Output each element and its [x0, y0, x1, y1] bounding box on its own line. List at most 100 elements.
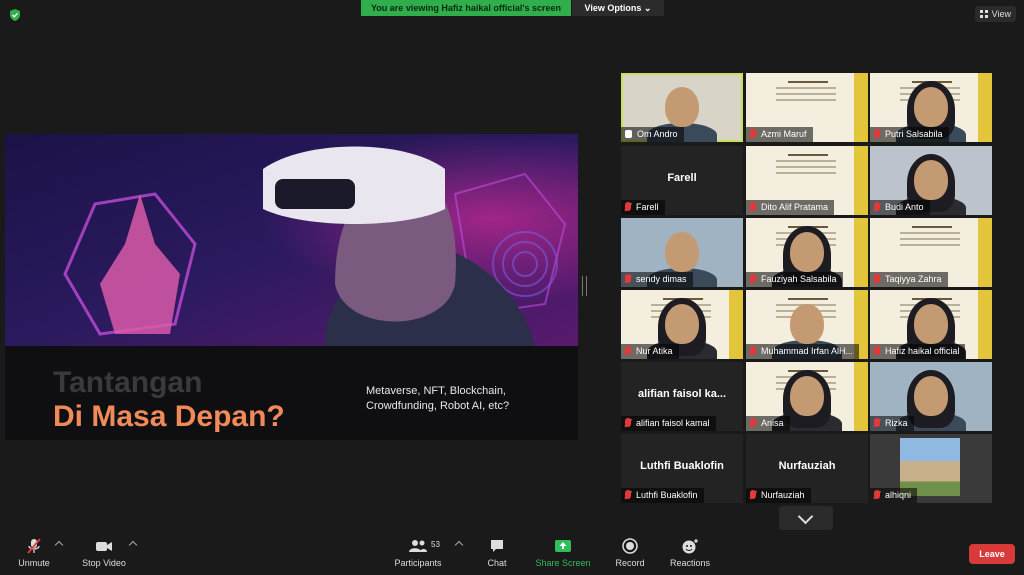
participant-face	[790, 304, 824, 344]
participant-tile[interactable]: Dito Alif Pratama	[746, 146, 868, 215]
record-label: Record	[615, 558, 645, 568]
participant-tile[interactable]: Anisa	[746, 362, 868, 431]
chat-icon	[491, 540, 503, 552]
shield-icon[interactable]	[8, 8, 22, 22]
participants-options-caret[interactable]	[454, 540, 464, 550]
unmute-label: Unmute	[18, 558, 50, 568]
participant-tile[interactable]: Om Andro	[621, 73, 743, 142]
participant-tile[interactable]: Nurfauziah Nurfauziah	[746, 434, 868, 503]
stop-video-button[interactable]: Stop Video	[78, 538, 130, 568]
participant-name: Anisa	[761, 418, 784, 428]
participants-icon	[409, 540, 427, 552]
record-button[interactable]: Record	[612, 538, 648, 568]
slide-title-line2: Di Masa Depan?	[53, 400, 285, 433]
gallery-scroll-down-button[interactable]	[779, 506, 833, 530]
slide-title-line1: Tantangan	[53, 366, 203, 399]
participant-tile[interactable]: alhiqni	[870, 434, 992, 503]
pin-icon	[625, 130, 632, 138]
splitter-handle[interactable]	[582, 276, 587, 296]
participant-name: Dito Alif Pratama	[761, 202, 829, 212]
share-screen-button[interactable]: Share Screen	[534, 538, 592, 568]
participant-name-label: Budi Anto	[870, 200, 930, 215]
participant-face	[665, 232, 699, 272]
view-label: View	[991, 9, 1011, 19]
reactions-button[interactable]: Reactions	[668, 538, 712, 568]
share-screen-label: Share Screen	[535, 558, 591, 568]
mic-muted-icon	[27, 538, 41, 554]
reactions-label: Reactions	[669, 558, 711, 568]
participant-tile[interactable]: Farell Farell	[621, 146, 743, 215]
share-screen-icon	[555, 540, 571, 552]
participants-count: 53	[431, 540, 440, 549]
participant-name: alifian faisol kamal	[636, 418, 710, 428]
mic-muted-icon	[750, 202, 756, 211]
participant-face	[790, 232, 824, 272]
participant-name: Fauziyah Salsabila	[761, 274, 837, 284]
participant-tile[interactable]: Luthfi Buaklofin Luthfi Buaklofin	[621, 434, 743, 503]
leave-button[interactable]: Leave	[969, 544, 1015, 564]
mic-muted-icon	[750, 346, 756, 355]
viewing-screen-banner: You are viewing Hafiz haikal official's …	[361, 0, 571, 16]
participant-name: Azmi Maruf	[761, 129, 807, 139]
participants-label: Participants	[394, 558, 442, 568]
participant-tile[interactable]: Fauziyah Salsabila	[746, 218, 868, 287]
chevron-down-icon	[797, 508, 814, 525]
participant-face	[914, 376, 948, 416]
mic-muted-icon	[625, 346, 631, 355]
participant-name-label: Nur Atika	[621, 344, 679, 359]
mic-muted-icon	[750, 490, 756, 499]
participant-tile[interactable]: Hafiz haikal official	[870, 290, 992, 359]
view-button[interactable]: View	[974, 6, 1016, 22]
chat-label: Chat	[487, 558, 507, 568]
video-options-caret[interactable]	[128, 540, 138, 550]
participant-display-name: alifian faisol ka...	[637, 388, 727, 400]
mic-muted-icon	[625, 490, 631, 499]
top-bar: You are viewing Hafiz haikal official's …	[0, 0, 1024, 28]
participant-face	[914, 160, 948, 200]
participant-tile[interactable]: Nur Atika	[621, 290, 743, 359]
participant-tile[interactable]: Taqiyya Zahra	[870, 218, 992, 287]
participant-face	[790, 376, 824, 416]
view-options-label: View Options	[584, 3, 642, 13]
participant-display-name: Nurfauziah	[778, 460, 836, 472]
slide-subtitle: Metaverse, NFT, Blockchain, Crowdfunding…	[366, 385, 510, 412]
mic-muted-icon	[750, 274, 756, 283]
chevron-down-icon: ⌄	[643, 3, 652, 13]
mic-muted-icon	[750, 129, 756, 138]
chat-button[interactable]: Chat	[484, 538, 510, 568]
participant-display-name: Luthfi Buaklofin	[640, 460, 724, 472]
participant-tile[interactable]: alifian faisol ka... alifian faisol kamal	[621, 362, 743, 431]
shared-screen: Tantangan Di Masa Depan? Metaverse, NFT,…	[5, 134, 578, 440]
participant-name-label: Nurfauziah	[746, 488, 811, 503]
mic-muted-icon	[874, 129, 880, 138]
record-icon	[622, 538, 638, 554]
participant-face	[914, 304, 948, 344]
participant-name: Nurfauziah	[761, 490, 805, 500]
participant-tile[interactable]: Putri Salsabila	[870, 73, 992, 142]
participant-face	[914, 87, 948, 127]
participant-name: Om Andro	[637, 129, 678, 139]
mic-muted-icon	[750, 418, 756, 427]
slide-image	[5, 134, 578, 346]
participant-name-label: Muhammad Irfan AlH...	[746, 344, 860, 359]
participant-tile[interactable]: sendy dimas	[621, 218, 743, 287]
participant-tile[interactable]: Azmi Maruf	[746, 73, 868, 142]
participant-tile[interactable]: Rizka	[870, 362, 992, 431]
unmute-button[interactable]: Unmute	[14, 538, 54, 568]
participant-name-label: Taqiyya Zahra	[870, 272, 948, 287]
participant-tile[interactable]: Budi Anto	[870, 146, 992, 215]
participant-name-label: Om Andro	[621, 127, 684, 142]
camera-icon	[96, 542, 112, 551]
participant-name-label: alhiqni	[870, 488, 918, 503]
mic-muted-icon	[874, 274, 880, 283]
participant-name: Muhammad Irfan AlH...	[761, 346, 854, 356]
view-options-button[interactable]: View Options ⌄	[572, 0, 664, 16]
audio-options-caret[interactable]	[54, 540, 64, 550]
participant-name-label: Luthfi Buaklofin	[621, 488, 704, 503]
participant-name-label: Hafiz haikal official	[870, 344, 966, 359]
participant-name: Rizka	[885, 418, 908, 428]
mic-muted-icon	[874, 418, 880, 427]
participant-name: Putri Salsabila	[885, 129, 943, 139]
participant-tile[interactable]: Muhammad Irfan AlH...	[746, 290, 868, 359]
participant-name-label: Farell	[621, 200, 665, 215]
